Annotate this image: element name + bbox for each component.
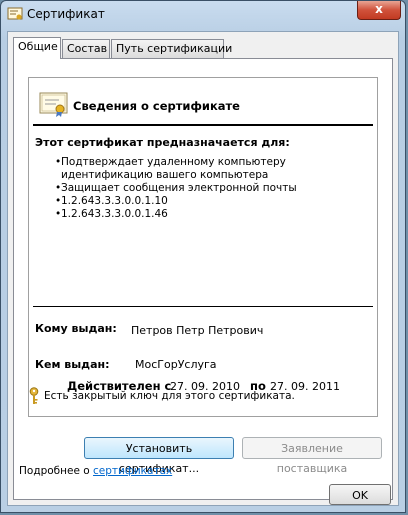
issuer-statement-button[interactable]: Заявление поставщика xyxy=(242,437,382,475)
purpose-list: • Подтверждает удаленному компьютеру иден… xyxy=(55,156,371,221)
certificate-icon xyxy=(7,7,23,20)
purpose-heading: Этот сертификат предназначается для: xyxy=(35,136,290,149)
learn-more-text: Подробнее о сертификатах xyxy=(19,465,173,477)
issued-by-value: МосГорУслуга xyxy=(135,358,217,371)
window-title: Сертификат xyxy=(27,7,105,21)
divider xyxy=(33,124,373,126)
certificate-icon xyxy=(39,92,68,117)
certificate-info-box: Сведения о сертификате Этот сертификат п… xyxy=(28,77,378,417)
tab-general[interactable]: Общие xyxy=(13,37,61,59)
certificate-window: Сертификат x Общие Состав Путь сертифика… xyxy=(0,0,406,513)
list-item: • 1.2.643.3.3.0.0.1.10 xyxy=(55,195,168,207)
issued-to-value: Петров Петр Петрович xyxy=(131,324,264,337)
list-item: • Подтверждает удаленному компьютеру иден… xyxy=(55,156,286,181)
list-item: • Защищает сообщения электронной почты xyxy=(55,182,297,194)
key-icon xyxy=(29,387,39,404)
title-bar[interactable]: Сертификат x xyxy=(1,1,405,29)
dialog-client: Общие Состав Путь сертификации Сведения … xyxy=(7,31,399,506)
certificate-info-title: Сведения о сертификате xyxy=(73,99,240,113)
divider xyxy=(33,306,373,307)
install-certificate-button[interactable]: Установить сертификат... xyxy=(84,437,234,475)
tab-details[interactable]: Состав xyxy=(62,39,110,58)
issued-by-label: Кем выдан: xyxy=(35,358,110,371)
private-key-text: Есть закрытый ключ для этого сертификата… xyxy=(44,390,295,402)
certificates-link[interactable]: сертификатах xyxy=(93,465,172,477)
ok-button[interactable]: OK xyxy=(329,484,391,505)
tab-certification-path[interactable]: Путь сертификации xyxy=(111,39,232,58)
general-tab-page: Сведения о сертификате Этот сертификат п… xyxy=(13,58,393,500)
close-button[interactable]: x xyxy=(357,1,401,20)
issued-to-label: Кому выдан: xyxy=(35,322,117,335)
list-item: • 1.2.643.3.3.0.0.1.46 xyxy=(55,208,168,220)
